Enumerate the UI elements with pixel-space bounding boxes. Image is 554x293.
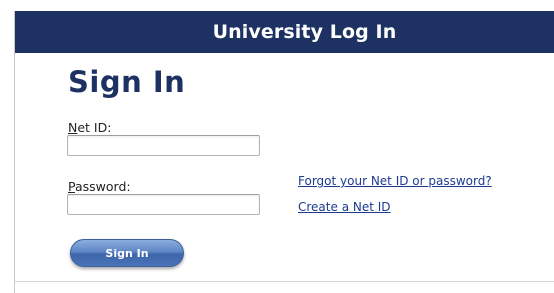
sign-in-button[interactable]: Sign In bbox=[70, 239, 184, 267]
header-bar: University Log In bbox=[15, 11, 554, 53]
page-title: Sign In bbox=[68, 65, 186, 99]
net-id-input[interactable] bbox=[67, 135, 260, 156]
password-input[interactable] bbox=[67, 194, 260, 215]
forgot-credentials-link[interactable]: Forgot your Net ID or password? bbox=[298, 174, 492, 188]
password-label-text: assword: bbox=[74, 179, 131, 194]
net-id-label: Net ID: bbox=[68, 120, 111, 135]
net-id-label-accesskey: N bbox=[68, 120, 78, 135]
login-panel: University Log In Sign In Net ID: Passwo… bbox=[14, 11, 554, 293]
create-net-id-link[interactable]: Create a Net ID bbox=[298, 200, 391, 214]
password-label-accesskey: P bbox=[68, 179, 75, 194]
password-label: Password: bbox=[68, 179, 131, 194]
header-title: University Log In bbox=[212, 21, 397, 43]
divider bbox=[15, 281, 554, 282]
net-id-label-text: et ID: bbox=[77, 120, 112, 135]
